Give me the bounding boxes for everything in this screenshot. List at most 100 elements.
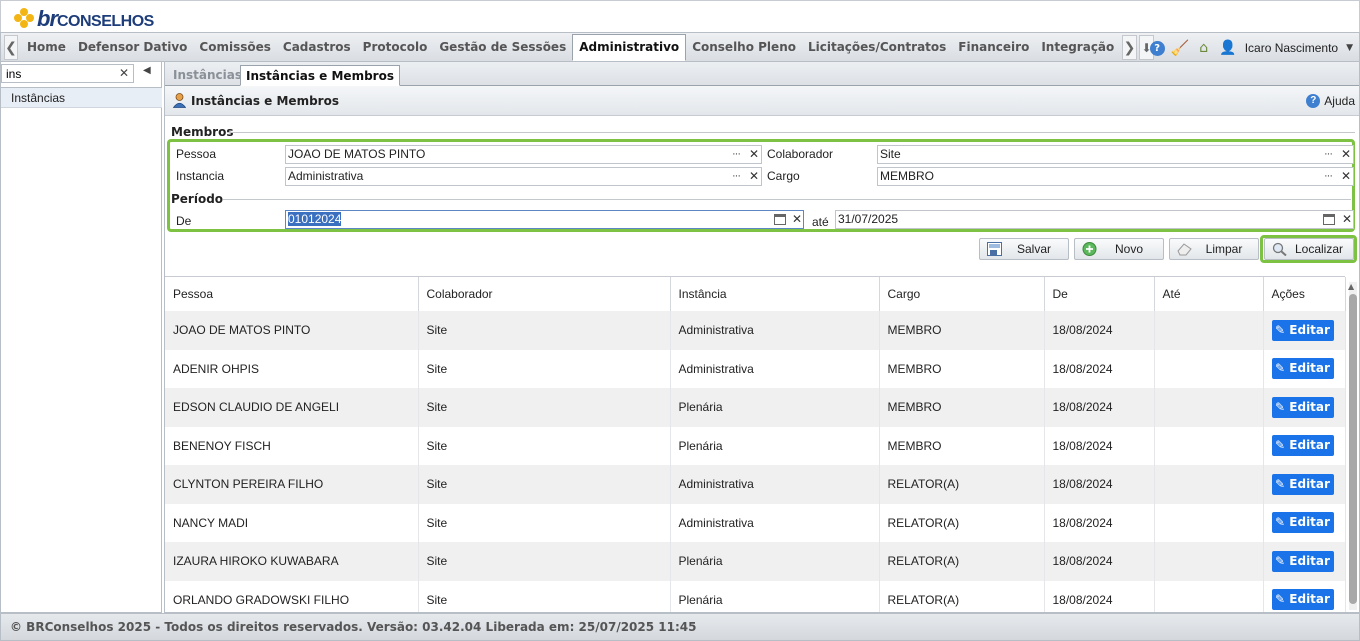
edit-button[interactable]: ✎ Editar: [1271, 473, 1334, 495]
cell-colaborador: Site: [418, 542, 671, 581]
table-row[interactable]: ADENIR OHPIS Site Administrativa MEMBRO 18/0…: [165, 349, 1346, 388]
footer: © BRConselhos 2025 - Todos os direitos r…: [0, 613, 1360, 641]
table-row[interactable]: ORLANDO GRADOWSKI FILHO Site Plenária RELAT…: [165, 580, 1346, 612]
cell-colaborador: Site: [418, 349, 671, 388]
help-link[interactable]: ? Ajuda: [1306, 94, 1355, 108]
menu-item-defensor-dativo[interactable]: Defensor Dativo: [72, 33, 193, 61]
instancia-lookup-icon[interactable]: ···: [732, 168, 741, 185]
cell-cargo: RELATOR(A): [879, 542, 1045, 581]
col-header-ate[interactable]: Até: [1154, 277, 1264, 311]
ate-date-value: 31/07/2025: [838, 212, 899, 226]
menu-item-gestao-de-sessoes[interactable]: Gestão de Sessões: [433, 33, 572, 61]
menu-item-administrativo[interactable]: Administrativo: [572, 34, 687, 61]
menu-item-protocolo[interactable]: Protocolo: [357, 33, 434, 61]
cell-cargo: RELATOR(A): [879, 503, 1045, 542]
de-calendar-icon[interactable]: [774, 214, 786, 225]
novo-button[interactable]: Novo: [1074, 238, 1164, 260]
table-row[interactable]: BENENOY FISCH Site Plenária MEMBRO 18/08/202…: [165, 426, 1346, 465]
tab-instancias[interactable]: Instâncias: [168, 65, 247, 86]
instancia-field[interactable]: Administrativa ··· ✕: [285, 167, 762, 186]
broom-icon[interactable]: 🧹: [1171, 39, 1190, 57]
ate-calendar-icon[interactable]: [1323, 214, 1335, 225]
sidebar-item-instancias[interactable]: Instâncias: [1, 88, 162, 108]
pessoa-clear-icon[interactable]: ✕: [749, 146, 759, 163]
menu-item-home[interactable]: Home: [21, 33, 72, 61]
page-header: Instâncias e Membros ? Ajuda: [165, 86, 1359, 116]
edit-button[interactable]: ✎ Editar: [1271, 319, 1334, 341]
cell-de: 18/08/2024: [1044, 388, 1155, 427]
col-header-acoes: Ações: [1263, 277, 1346, 311]
collapse-sidebar-icon[interactable]: ◀: [143, 65, 151, 76]
edit-label: Editar: [1289, 438, 1330, 453]
cell-de: 18/08/2024: [1044, 503, 1155, 542]
cell-instancia: Administrativa: [670, 465, 880, 504]
cell-ate: [1154, 349, 1264, 388]
edit-button[interactable]: ✎ Editar: [1271, 396, 1334, 418]
table-row[interactable]: IZAURA HIROKO KUWABARA Site Plenária RELATO…: [165, 542, 1346, 581]
edit-button[interactable]: ✎ Editar: [1271, 589, 1334, 611]
section-membros-label: Membros: [171, 125, 234, 139]
clear-search-icon[interactable]: ✕: [119, 66, 129, 80]
menu-scroll-right-icon[interactable]: ❯: [1122, 35, 1137, 60]
grid-scrollbar[interactable]: ▲: [1348, 282, 1357, 610]
sidebar-search-input[interactable]: [1, 64, 134, 83]
menu-item-integracao-contabil[interactable]: Integração Contábil: [1035, 33, 1119, 61]
menu-item-cadastros[interactable]: Cadastros: [277, 33, 357, 61]
help-icon[interactable]: ?: [1149, 40, 1165, 56]
edit-icon: ✎: [1275, 399, 1290, 414]
limpar-button[interactable]: Limpar: [1169, 238, 1259, 260]
table-row[interactable]: CLYNTON PEREIRA FILHO Site Administrativa R…: [165, 465, 1346, 504]
help-circle-icon: ?: [1306, 94, 1321, 108]
cell-colaborador: Site: [418, 503, 671, 542]
de-clear-icon[interactable]: ✕: [792, 211, 802, 228]
scroll-up-icon[interactable]: ▲: [1348, 282, 1354, 291]
edit-button[interactable]: ✎ Editar: [1271, 550, 1334, 572]
cargo-lookup-icon[interactable]: ···: [1324, 168, 1333, 185]
user-menu-caret-icon[interactable]: ▼: [1346, 43, 1353, 53]
colaborador-field[interactable]: Site ··· ✕: [877, 145, 1354, 164]
de-date-input[interactable]: 01012024 ✕: [285, 210, 804, 229]
tab-instancias-membros[interactable]: Instâncias e Membros: [240, 65, 400, 86]
cell-cargo: MEMBRO: [879, 311, 1045, 350]
pessoa-lookup-icon[interactable]: ···: [732, 146, 741, 163]
edit-label: Editar: [1289, 476, 1330, 491]
cell-acoes: ✎ Editar: [1263, 311, 1346, 350]
ate-clear-icon[interactable]: ✕: [1342, 211, 1352, 228]
cell-colaborador: Site: [418, 465, 671, 504]
menu-item-licitacoes-contratos[interactable]: Licitações/Contratos: [802, 33, 952, 61]
cargo-clear-icon[interactable]: ✕: [1341, 168, 1351, 185]
col-header-instancia[interactable]: Instância: [670, 277, 880, 311]
colaborador-lookup-icon[interactable]: ···: [1324, 146, 1333, 163]
table-row[interactable]: NANCY MADI Site Administrativa RELATOR(A) 18…: [165, 503, 1346, 542]
pessoa-field[interactable]: JOAO DE MATOS PINTO ··· ✕: [285, 145, 762, 164]
col-header-pessoa[interactable]: Pessoa: [165, 277, 419, 311]
cell-instancia: Plenária: [670, 426, 880, 465]
cell-ate: [1154, 580, 1264, 612]
col-header-cargo[interactable]: Cargo: [879, 277, 1045, 311]
user-name[interactable]: Icaro Nascimento: [1245, 41, 1338, 55]
edit-button[interactable]: ✎ Editar: [1271, 512, 1334, 534]
menu-item-financeiro[interactable]: Financeiro: [952, 33, 1035, 61]
ate-label: até: [812, 215, 829, 229]
edit-button[interactable]: ✎ Editar: [1271, 358, 1334, 380]
table-row[interactable]: JOAO DE MATOS PINTO Site Administrativa MEM…: [165, 311, 1346, 350]
menu-item-conselho-pleno[interactable]: Conselho Pleno: [686, 33, 802, 61]
cell-acoes: ✎ Editar: [1263, 503, 1346, 542]
menu-item-comissoes[interactable]: Comissões: [193, 33, 276, 61]
table-row[interactable]: EDSON CLAUDIO DE ANGELI Site Plenária MEMBR…: [165, 388, 1346, 427]
colaborador-clear-icon[interactable]: ✕: [1341, 146, 1351, 163]
cargo-field[interactable]: MEMBRO ··· ✕: [877, 167, 1354, 186]
edit-button[interactable]: ✎ Editar: [1271, 435, 1334, 457]
home-icon[interactable]: ⌂: [1195, 39, 1213, 57]
de-date-value: 01012024: [288, 212, 342, 226]
de-label: De: [176, 214, 192, 228]
cell-de: 18/08/2024: [1044, 580, 1155, 612]
ate-date-input[interactable]: 31/07/2025 ✕: [835, 210, 1354, 229]
salvar-button[interactable]: Salvar: [979, 238, 1069, 260]
col-header-de[interactable]: De: [1044, 277, 1155, 311]
menu-scroll-left-icon[interactable]: ❮: [4, 35, 18, 60]
cell-cargo: MEMBRO: [879, 349, 1045, 388]
instancia-clear-icon[interactable]: ✕: [749, 168, 759, 185]
col-header-colaborador[interactable]: Colaborador: [418, 277, 671, 311]
scrollbar-thumb[interactable]: [1349, 294, 1357, 604]
